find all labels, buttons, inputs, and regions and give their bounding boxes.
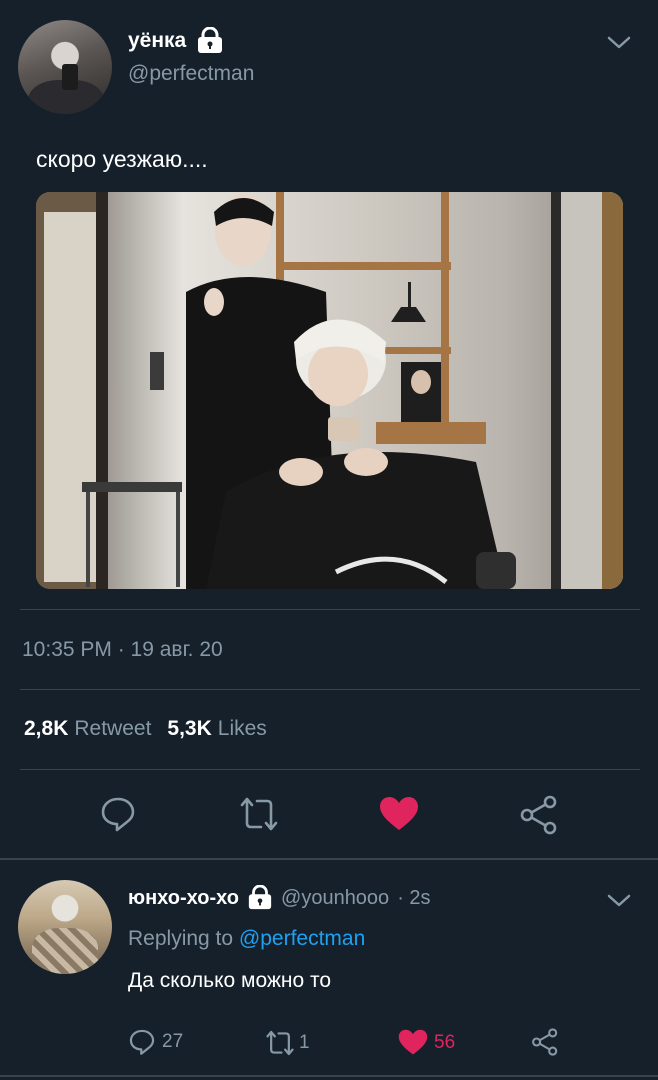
reply-time[interactable]: · 2s bbox=[397, 887, 430, 910]
section-divider bbox=[0, 1075, 658, 1077]
author-avatar[interactable] bbox=[18, 20, 112, 114]
retweet-label[interactable]: Retweet bbox=[74, 717, 151, 741]
divider bbox=[20, 609, 640, 610]
reply-retweet-count: 1 bbox=[299, 1032, 310, 1053]
engagement-counts: 2,8K Retweet 5,3K Likes bbox=[24, 717, 283, 741]
replying-mention[interactable]: @perfectman bbox=[239, 927, 365, 950]
chevron-down-icon[interactable] bbox=[606, 30, 632, 56]
divider bbox=[20, 689, 640, 690]
chevron-down-icon[interactable] bbox=[606, 888, 632, 914]
retweet-icon bbox=[240, 797, 278, 831]
tweet-photo[interactable] bbox=[36, 192, 623, 589]
author-handle[interactable]: @perfectman bbox=[128, 62, 254, 86]
reply-icon bbox=[129, 1029, 155, 1055]
reply-like-count: 56 bbox=[434, 1031, 456, 1053]
reply-reply-button[interactable]: 27 bbox=[128, 1028, 183, 1056]
heart-icon bbox=[398, 1029, 428, 1055]
likes-count[interactable]: 5,3K bbox=[167, 717, 211, 741]
reply-button[interactable] bbox=[99, 795, 137, 833]
tweet-timestamp[interactable]: 10:35 PM · 19 авг. 20 bbox=[22, 638, 223, 662]
reply-share-button[interactable] bbox=[531, 1028, 559, 1056]
like-button[interactable] bbox=[379, 796, 419, 832]
replying-to: Replying to @perfectman bbox=[128, 927, 365, 951]
section-divider bbox=[0, 858, 658, 860]
retweet-button[interactable] bbox=[237, 795, 281, 833]
tweet-text: скоро уезжаю.... bbox=[36, 146, 208, 172]
divider bbox=[20, 769, 640, 770]
heart-icon bbox=[380, 797, 418, 830]
reply-text: Да сколько можно то bbox=[128, 969, 332, 992]
reply-handle[interactable]: @younhooo bbox=[281, 887, 389, 910]
replying-prefix: Replying to bbox=[128, 927, 234, 950]
reply-retweet-button[interactable]: 1 bbox=[263, 1029, 310, 1057]
share-icon bbox=[532, 1028, 558, 1056]
likes-label[interactable]: Likes bbox=[218, 717, 267, 741]
avatar-figure bbox=[32, 928, 98, 974]
reply-display-name[interactable]: юнхо-хо-хо bbox=[128, 887, 239, 910]
share-button[interactable] bbox=[519, 795, 559, 835]
reply-header: юнхо-хо-хо @younhooo · 2s bbox=[128, 884, 431, 911]
reply-icon bbox=[101, 797, 135, 832]
reply-author-avatar[interactable] bbox=[18, 880, 112, 974]
retweet-icon bbox=[266, 1030, 294, 1056]
reply-like-button[interactable]: 56 bbox=[398, 1029, 455, 1056]
share-icon bbox=[520, 795, 557, 835]
reply-count: 27 bbox=[162, 1031, 184, 1052]
author-name-row: уёнка bbox=[128, 26, 224, 55]
avatar-phone bbox=[62, 64, 78, 90]
author-display-name[interactable]: уёнка bbox=[128, 29, 186, 53]
lock-icon bbox=[196, 26, 224, 55]
lock-icon bbox=[247, 884, 273, 911]
retweet-count[interactable]: 2,8K bbox=[24, 717, 68, 741]
